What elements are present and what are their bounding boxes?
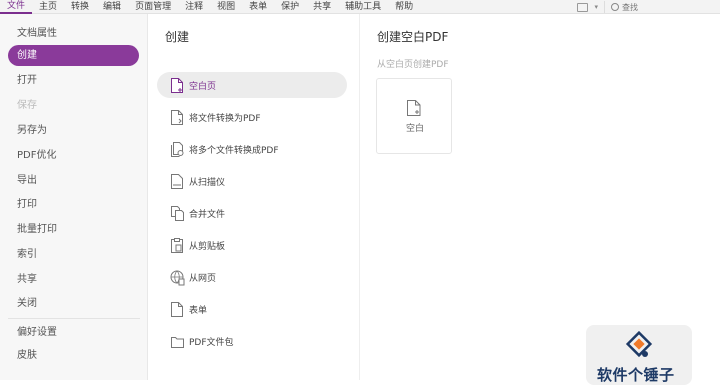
chevron-down-icon[interactable]: ▾ — [594, 3, 598, 11]
option-label: PDF文件包 — [189, 337, 234, 348]
search-box — [604, 1, 712, 13]
option-blank-page[interactable]: 空白页 — [157, 72, 347, 98]
option-merge-files[interactable]: 合并文件 — [157, 200, 347, 226]
watermark-logo-icon — [625, 331, 653, 358]
sidebar-item-save-as[interactable]: 另存为 — [8, 120, 139, 141]
option-form[interactable]: 表单 — [157, 296, 347, 322]
create-panel-title: 创建 — [165, 30, 190, 44]
sidebar-item-close[interactable]: 关闭 — [8, 293, 139, 314]
blank-pdf-tile-label: 空白 — [405, 124, 424, 134]
sidebar-item-export[interactable]: 导出 — [8, 170, 139, 191]
option-label: 表单 — [189, 305, 208, 316]
file-sidebar: 文档属性 创建 打开 保存 另存为 PDF优化 导出 打印 批量打印 索引 共享… — [0, 14, 148, 380]
menu-item-comment[interactable]: 注释 — [178, 0, 210, 14]
menu-item-page-management[interactable]: 页面管理 — [128, 0, 178, 14]
menu-item-edit[interactable]: 编辑 — [96, 0, 128, 14]
search-icon — [611, 3, 619, 11]
sidebar-item-save: 保存 — [17, 100, 37, 111]
sidebar-item-open[interactable]: 打开 — [8, 70, 139, 91]
sidebar-item-batch-print[interactable]: 批量打印 — [8, 219, 139, 240]
blank-pdf-tile[interactable]: 空白 — [376, 78, 452, 154]
search-input[interactable] — [622, 2, 712, 12]
option-label: 从扫描仪 — [189, 177, 226, 188]
sidebar-item-document-properties[interactable]: 文档属性 — [8, 23, 139, 44]
menu-item-home[interactable]: 主页 — [32, 0, 64, 14]
detail-pane-subtitle: 从空白页创建PDF — [377, 60, 449, 70]
form-icon — [169, 300, 185, 318]
sidebar-item-create[interactable]: 创建 — [8, 45, 139, 66]
sidebar-divider — [8, 318, 140, 319]
sidebar-item-share[interactable]: 共享 — [8, 269, 139, 290]
option-pdf-package[interactable]: PDF文件包 — [157, 328, 347, 354]
layout-toggle-icon[interactable] — [577, 2, 589, 12]
watermark: 软件个锤子 — [586, 325, 692, 385]
menu-item-file[interactable]: 文件 — [0, 0, 33, 14]
sidebar-item-pdf-optimize[interactable]: PDF优化 — [8, 145, 139, 166]
sidebar-item-preferences[interactable]: 偏好设置 — [8, 322, 139, 343]
sidebar-item-print[interactable]: 打印 — [8, 194, 139, 215]
detail-pane-title: 创建空白PDF — [377, 30, 449, 44]
file-convert-icon — [169, 108, 185, 126]
menu-item-form[interactable]: 表单 — [242, 0, 274, 14]
clipboard-icon — [169, 236, 185, 254]
multi-file-convert-icon — [169, 140, 185, 158]
option-convert-multiple-files[interactable]: 将多个文件转换成PDF — [157, 136, 347, 162]
blank-page-icon — [406, 99, 422, 121]
scanner-icon — [169, 172, 185, 190]
merge-files-icon — [169, 204, 185, 222]
option-label: 将多个文件转换成PDF — [189, 145, 279, 156]
option-convert-file-to-pdf[interactable]: 将文件转换为PDF — [157, 104, 347, 130]
menu-item-convert[interactable]: 转换 — [64, 0, 96, 14]
option-label: 空白页 — [189, 81, 217, 92]
menu-item-view[interactable]: 视图 — [210, 0, 242, 14]
blank-page-icon — [169, 76, 185, 94]
sidebar-item-skin[interactable]: 皮肤 — [8, 345, 139, 366]
option-label: 合并文件 — [189, 209, 226, 220]
menu-item-protect[interactable]: 保护 — [274, 0, 306, 14]
menu-item-accessibility-tools[interactable]: 辅助工具 — [338, 0, 388, 14]
option-from-scanner[interactable]: 从扫描仪 — [157, 168, 347, 194]
option-label: 将文件转换为PDF — [189, 113, 261, 124]
create-options-panel: 创建 空白页 将文件转换为PDF 将多个文件转换成PDF 从扫描仪 合并文件 从… — [148, 14, 360, 380]
watermark-text: 软件个锤子 — [597, 366, 675, 384]
sidebar-item-index[interactable]: 索引 — [8, 244, 139, 265]
option-from-clipboard[interactable]: 从剪贴板 — [157, 232, 347, 258]
menu-bar: 文件 主页 转换 编辑 页面管理 注释 视图 表单 保护 共享 辅助工具 帮助 … — [0, 0, 720, 14]
menu-item-help[interactable]: 帮助 — [388, 0, 420, 14]
menubar-right-tools: ▾ — [577, 0, 712, 14]
pdf-package-icon — [169, 332, 185, 350]
web-page-icon — [169, 268, 185, 286]
option-from-web-page[interactable]: 从网页 — [157, 264, 347, 290]
option-label: 从网页 — [189, 273, 217, 284]
option-label: 从剪贴板 — [189, 241, 226, 252]
menu-item-share[interactable]: 共享 — [306, 0, 338, 14]
